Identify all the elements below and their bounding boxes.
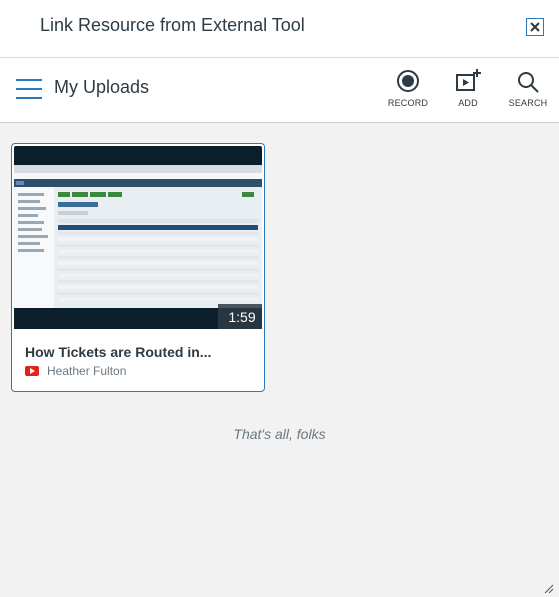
close-icon (530, 22, 540, 32)
dialog-title: Link Resource from External Tool (40, 15, 305, 35)
record-label: RECORD (387, 98, 429, 108)
youtube-icon (25, 366, 39, 376)
add-label: ADD (458, 98, 478, 108)
end-of-list-message: That's all, folks (233, 426, 326, 442)
media-title: How Tickets are Routed in... (25, 344, 212, 360)
add-button[interactable]: ADD (438, 68, 498, 108)
dialog-header: Link Resource from External Tool (0, 0, 559, 58)
video-duration: 1:59 (218, 304, 262, 329)
toolbar-title: My Uploads (54, 77, 150, 97)
close-button[interactable] (526, 18, 544, 36)
record-icon (397, 70, 419, 92)
media-card[interactable]: 1:59 How Tickets are Routed in... Heathe… (11, 143, 265, 392)
hamburger-menu-icon[interactable] (16, 79, 42, 99)
search-button[interactable]: SEARCH (498, 70, 558, 108)
media-author: Heather Fulton (47, 364, 127, 378)
search-icon (518, 72, 539, 93)
resize-handle-icon[interactable] (542, 582, 554, 594)
search-label: SEARCH (508, 98, 548, 108)
record-button[interactable]: RECORD (378, 68, 438, 108)
video-thumbnail[interactable]: 1:59 (14, 146, 262, 329)
thumbnail-screenshot (14, 165, 262, 308)
media-meta: Heather Fulton (25, 363, 126, 379)
add-video-icon (456, 69, 481, 91)
